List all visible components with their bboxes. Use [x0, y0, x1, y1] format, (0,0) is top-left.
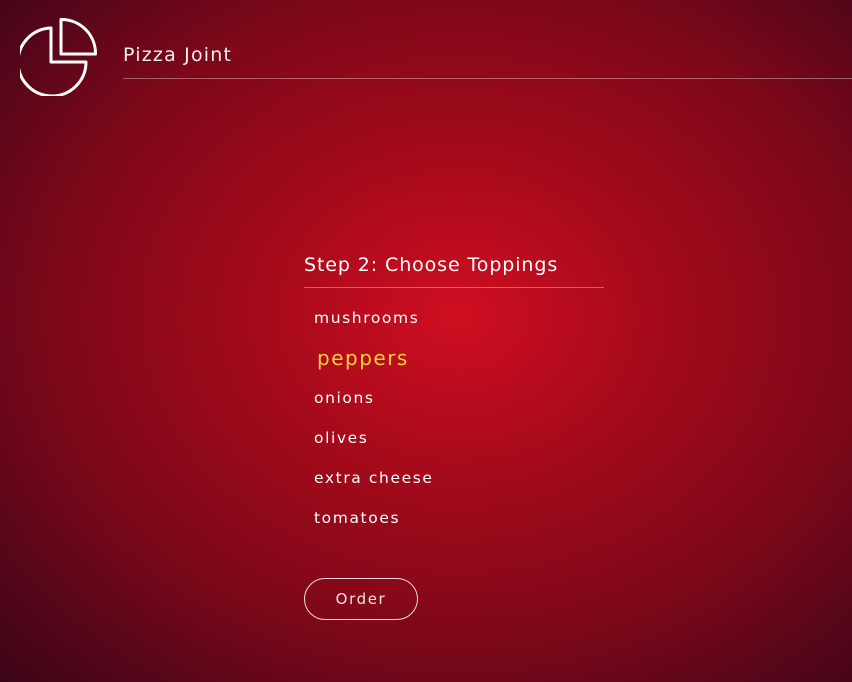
- site-title: Pizza Joint: [123, 44, 233, 66]
- toppings-list: mushrooms peppers onions olives extra ch…: [304, 300, 604, 540]
- header-divider: [123, 78, 852, 79]
- pizza-logo-icon: [16, 17, 98, 98]
- order-button[interactable]: Order: [304, 578, 418, 620]
- topping-olives[interactable]: olives: [304, 420, 604, 460]
- topping-tomatoes[interactable]: tomatoes: [304, 500, 604, 540]
- topping-mushrooms[interactable]: mushrooms: [304, 300, 604, 340]
- step-title: Step 2: Choose Toppings: [304, 254, 559, 276]
- topping-peppers[interactable]: peppers: [304, 340, 604, 380]
- step-divider: [304, 287, 604, 288]
- topping-onions[interactable]: onions: [304, 380, 604, 420]
- topping-extra-cheese[interactable]: extra cheese: [304, 460, 604, 500]
